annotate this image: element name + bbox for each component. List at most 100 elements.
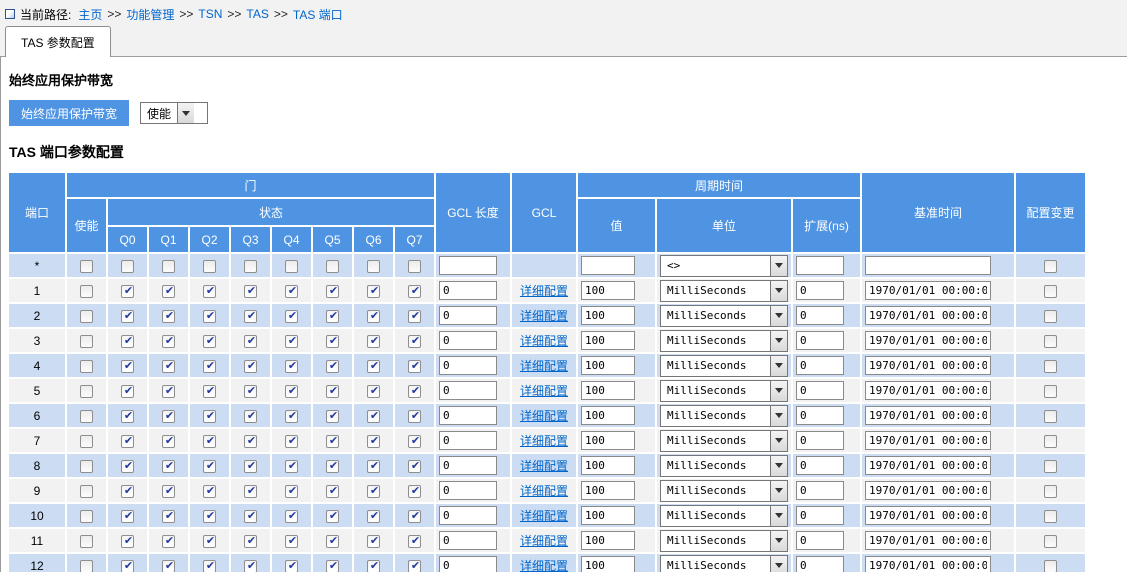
queue-q4-checkbox[interactable] — [285, 435, 298, 448]
cycle-value-input[interactable] — [581, 456, 635, 475]
queue-q0-checkbox[interactable] — [121, 385, 134, 398]
base-time-input[interactable] — [865, 481, 991, 500]
queue-q7-checkbox[interactable] — [408, 360, 421, 373]
cycle-extension-input[interactable] — [796, 306, 844, 325]
cycle-unit-select[interactable]: MilliSeconds — [660, 405, 788, 427]
config-change-checkbox[interactable] — [1044, 335, 1057, 348]
cycle-extension-input[interactable] — [796, 406, 844, 425]
gate-enable-checkbox[interactable] — [80, 485, 93, 498]
base-time-input[interactable] — [865, 456, 991, 475]
base-time-input[interactable] — [865, 406, 991, 425]
queue-q0-checkbox[interactable] — [121, 435, 134, 448]
queue-q3-checkbox[interactable] — [244, 435, 257, 448]
select-dropdown-button[interactable] — [770, 506, 787, 526]
queue-q5-checkbox[interactable] — [326, 460, 339, 473]
cycle-extension-input[interactable] — [796, 431, 844, 450]
queue-q7-checkbox[interactable] — [408, 260, 421, 273]
select-dropdown-button[interactable] — [770, 531, 787, 551]
gcl-length-input[interactable] — [439, 431, 497, 450]
queue-q3-checkbox[interactable] — [244, 310, 257, 323]
queue-q6-checkbox[interactable] — [367, 260, 380, 273]
gate-enable-checkbox[interactable] — [80, 335, 93, 348]
gcl-length-input[interactable] — [439, 506, 497, 525]
cycle-value-input[interactable] — [581, 406, 635, 425]
select-dropdown-button[interactable] — [770, 431, 787, 451]
queue-q7-checkbox[interactable] — [408, 460, 421, 473]
gcl-detail-config-link[interactable]: 详细配置 — [520, 384, 568, 398]
queue-q7-checkbox[interactable] — [408, 285, 421, 298]
select-dropdown-button[interactable] — [770, 256, 787, 276]
gate-enable-checkbox[interactable] — [80, 310, 93, 323]
cycle-value-input[interactable] — [581, 381, 635, 400]
gcl-detail-config-link[interactable]: 详细配置 — [520, 359, 568, 373]
queue-q2-checkbox[interactable] — [203, 310, 216, 323]
cycle-unit-select[interactable]: MilliSeconds — [660, 480, 788, 502]
queue-q5-checkbox[interactable] — [326, 260, 339, 273]
gcl-detail-config-link[interactable]: 详细配置 — [520, 309, 568, 323]
queue-q2-checkbox[interactable] — [203, 410, 216, 423]
gate-enable-checkbox[interactable] — [80, 510, 93, 523]
cycle-unit-select[interactable]: MilliSeconds — [660, 455, 788, 477]
queue-q2-checkbox[interactable] — [203, 535, 216, 548]
gcl-length-input[interactable] — [439, 281, 497, 300]
queue-q0-checkbox[interactable] — [121, 260, 134, 273]
gate-enable-checkbox[interactable] — [80, 385, 93, 398]
queue-q3-checkbox[interactable] — [244, 360, 257, 373]
gate-enable-checkbox[interactable] — [80, 535, 93, 548]
queue-q1-checkbox[interactable] — [162, 335, 175, 348]
gcl-length-input[interactable] — [439, 406, 497, 425]
queue-q1-checkbox[interactable] — [162, 360, 175, 373]
queue-q5-checkbox[interactable] — [326, 310, 339, 323]
queue-q6-checkbox[interactable] — [367, 385, 380, 398]
queue-q1-checkbox[interactable] — [162, 460, 175, 473]
config-change-checkbox[interactable] — [1044, 360, 1057, 373]
queue-q2-checkbox[interactable] — [203, 435, 216, 448]
cycle-unit-select[interactable]: MilliSeconds — [660, 330, 788, 352]
queue-q5-checkbox[interactable] — [326, 535, 339, 548]
base-time-input[interactable] — [865, 381, 991, 400]
queue-q1-checkbox[interactable] — [162, 260, 175, 273]
queue-q6-checkbox[interactable] — [367, 535, 380, 548]
cycle-unit-select[interactable]: MilliSeconds — [660, 505, 788, 527]
base-time-input[interactable] — [865, 431, 991, 450]
queue-q6-checkbox[interactable] — [367, 460, 380, 473]
cycle-extension-input[interactable] — [796, 556, 844, 572]
queue-q6-checkbox[interactable] — [367, 435, 380, 448]
queue-q5-checkbox[interactable] — [326, 335, 339, 348]
breadcrumb-link-tsn[interactable]: TSN — [198, 7, 222, 21]
gcl-length-input[interactable] — [439, 356, 497, 375]
queue-q4-checkbox[interactable] — [285, 460, 298, 473]
breadcrumb-link-home[interactable]: 主页 — [78, 6, 102, 23]
queue-q4-checkbox[interactable] — [285, 535, 298, 548]
cycle-unit-select[interactable]: MilliSeconds — [660, 280, 788, 302]
queue-q0-checkbox[interactable] — [121, 460, 134, 473]
queue-q4-checkbox[interactable] — [285, 510, 298, 523]
select-dropdown-button[interactable] — [770, 281, 787, 301]
select-dropdown-button[interactable] — [770, 356, 787, 376]
queue-q0-checkbox[interactable] — [121, 285, 134, 298]
queue-q1-checkbox[interactable] — [162, 285, 175, 298]
queue-q3-checkbox[interactable] — [244, 285, 257, 298]
config-change-checkbox[interactable] — [1044, 410, 1057, 423]
queue-q5-checkbox[interactable] — [326, 485, 339, 498]
queue-q3-checkbox[interactable] — [244, 260, 257, 273]
select-dropdown-button[interactable] — [770, 406, 787, 426]
config-change-checkbox[interactable] — [1044, 435, 1057, 448]
queue-q0-checkbox[interactable] — [121, 560, 134, 572]
queue-q0-checkbox[interactable] — [121, 360, 134, 373]
queue-q2-checkbox[interactable] — [203, 560, 216, 572]
queue-q5-checkbox[interactable] — [326, 435, 339, 448]
queue-q2-checkbox[interactable] — [203, 385, 216, 398]
config-change-checkbox[interactable] — [1044, 460, 1057, 473]
config-change-checkbox[interactable] — [1044, 385, 1057, 398]
gcl-length-input[interactable] — [439, 556, 497, 572]
queue-q0-checkbox[interactable] — [121, 510, 134, 523]
gcl-detail-config-link[interactable]: 详细配置 — [520, 434, 568, 448]
queue-q0-checkbox[interactable] — [121, 410, 134, 423]
queue-q2-checkbox[interactable] — [203, 510, 216, 523]
queue-q6-checkbox[interactable] — [367, 485, 380, 498]
cycle-extension-input[interactable] — [796, 506, 844, 525]
cycle-unit-select[interactable]: <> — [660, 255, 788, 277]
queue-q1-checkbox[interactable] — [162, 435, 175, 448]
queue-q3-checkbox[interactable] — [244, 535, 257, 548]
